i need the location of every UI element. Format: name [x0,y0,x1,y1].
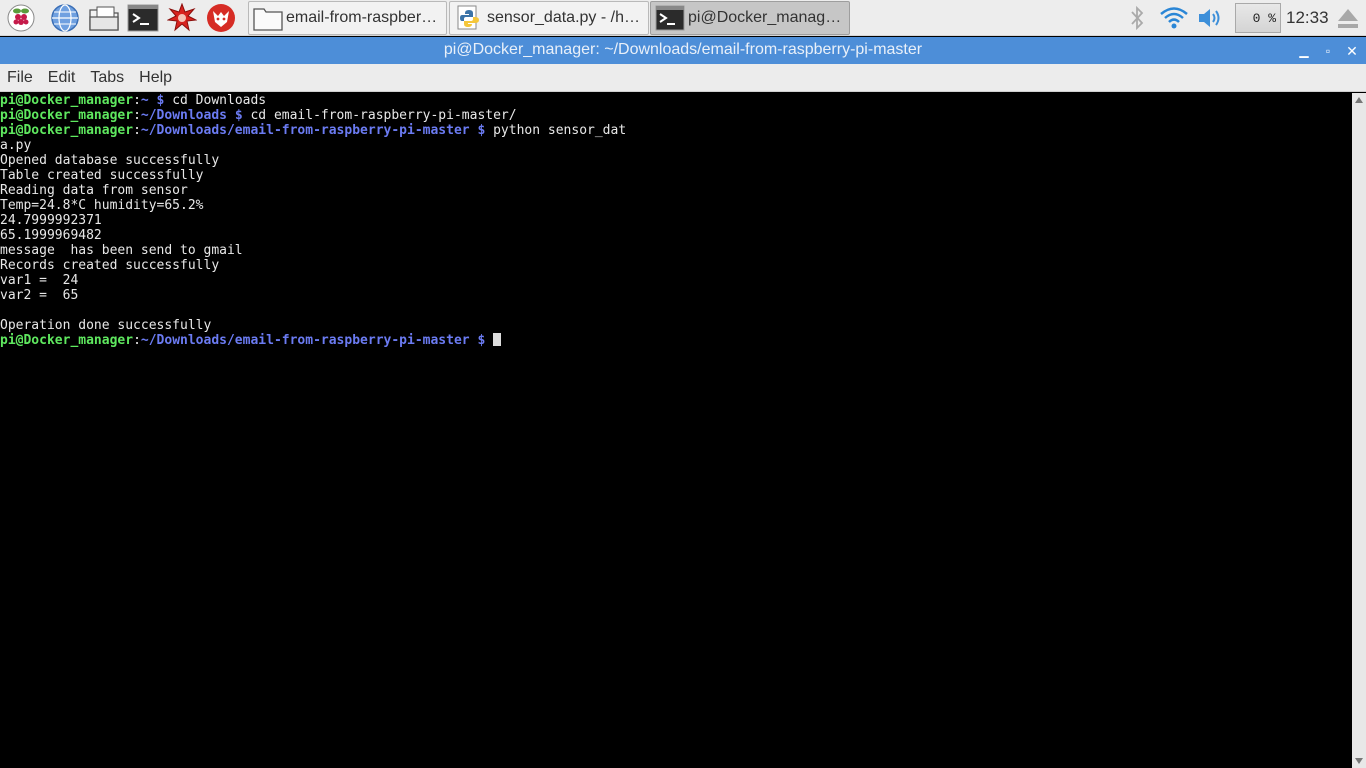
eject-icon [1338,9,1358,28]
cpu-usage-monitor[interactable]: 0 % [1235,3,1281,33]
raspberry-menu-icon [7,4,35,32]
prompt-user-host: pi@Docker_manager [0,333,134,348]
command-text: python sensor_dat [493,123,627,138]
wifi-icon [1160,7,1188,29]
terminal-icon [127,4,159,32]
minimize-icon: ▁ [1299,44,1309,58]
bluetooth-button[interactable] [1124,3,1150,33]
arrow-up-icon [1355,97,1363,103]
task-label: email-from-raspberry... [286,9,446,26]
terminal-launcher[interactable] [127,3,159,33]
prompt-path: ~ [140,93,149,108]
task-button-terminal[interactable]: pi@Docker_manager... [650,1,850,35]
maximize-icon: ▫ [1325,44,1331,58]
prompt-path: ~/Downloads [140,108,227,123]
eject-button[interactable] [1334,3,1362,33]
arrow-down-icon [1355,758,1363,764]
prompt-path: ~/Downloads/email-from-raspberry-pi-mast… [140,123,470,138]
output-line: Temp=24.8*C humidity=65.2% [0,198,204,213]
window-title: pi@Docker_manager: ~/Downloads/email-fro… [443,41,923,58]
task-button-editor[interactable]: sensor_data.py - /ho... [449,1,649,35]
task-label: pi@Docker_manager... [688,9,849,26]
prompt-line: pi@Docker_manager:~ $ cd Downloads [0,93,267,108]
output-line: 65.1999969482 [0,228,102,243]
output-line: var2 = 65 [0,288,79,303]
volume-button[interactable] [1196,3,1226,33]
mathematica-icon [167,3,197,32]
prompt-path: ~/Downloads/email-from-raspberry-pi-mast… [140,333,470,348]
text-cursor [493,333,502,346]
task-label: sensor_data.py - /ho... [487,9,647,26]
menu-edit[interactable]: Edit [48,69,76,87]
window-titlebar[interactable]: pi@Docker_manager: ~/Downloads/email-fro… [0,37,1366,64]
prompt-user-host: pi@Docker_manager [0,93,134,108]
prompt-user-host: pi@Docker_manager [0,108,134,123]
minimize-button[interactable]: ▁ [1294,41,1314,61]
maximize-button[interactable]: ▫ [1318,41,1338,61]
file-manager-launcher[interactable] [88,3,120,33]
top-panel: email-from-raspberry... sensor_data.py -… [0,0,1366,36]
file-manager-icon [89,6,119,31]
python-icon [454,4,484,32]
terminal-scrollbar[interactable] [1352,93,1366,768]
output-line: message has been send to gmail [0,243,243,258]
output-line: Reading data from sensor [0,183,188,198]
prompt-line: pi@Docker_manager:~/Downloads/email-from… [0,333,1352,348]
task-button-file-manager[interactable]: email-from-raspberry... [248,1,447,35]
wolfram-launcher[interactable] [205,3,237,33]
bluetooth-icon [1131,5,1144,31]
output-line: var1 = 24 [0,273,79,288]
clock[interactable]: 12:33 [1286,8,1329,28]
menu-file[interactable]: File [7,69,33,87]
output-line: Records created successfully [0,258,220,273]
output-line: Opened database successfully [0,153,220,168]
scroll-down-button[interactable] [1352,754,1366,768]
command-text: cd Downloads [172,93,267,108]
wifi-button[interactable] [1158,3,1190,33]
menu-bar: File Edit Tabs Help [0,64,1366,92]
close-icon: ✕ [1346,42,1358,59]
wolfram-icon [207,4,235,32]
raspberry-menu-button[interactable] [5,3,37,33]
cpu-usage-value: 0 % [1252,10,1276,26]
menu-help[interactable]: Help [139,69,172,87]
terminal-icon [655,4,685,32]
mathematica-launcher[interactable] [166,3,198,33]
folder-icon [253,4,283,32]
output-line: a.py [0,138,32,153]
volume-icon [1199,9,1220,27]
menu-tabs[interactable]: Tabs [90,69,124,87]
close-button[interactable]: ✕ [1342,41,1362,61]
web-browser-icon [51,4,79,32]
prompt-line: pi@Docker_manager:~/Downloads/email-from… [0,123,627,138]
scroll-up-button[interactable] [1352,93,1366,107]
output-line: Table created successfully [0,168,204,183]
output-line: 24.7999992371 [0,213,102,228]
browser-launcher[interactable] [49,3,81,33]
command-text: cd email-from-raspberry-pi-master/ [250,108,517,123]
output-line: Operation done successfully [0,318,212,333]
prompt-line: pi@Docker_manager:~/Downloads $ cd email… [0,108,517,123]
prompt-user-host: pi@Docker_manager [0,123,134,138]
terminal-output[interactable]: pi@Docker_manager:~ $ cd Downloads pi@Do… [0,93,1352,768]
